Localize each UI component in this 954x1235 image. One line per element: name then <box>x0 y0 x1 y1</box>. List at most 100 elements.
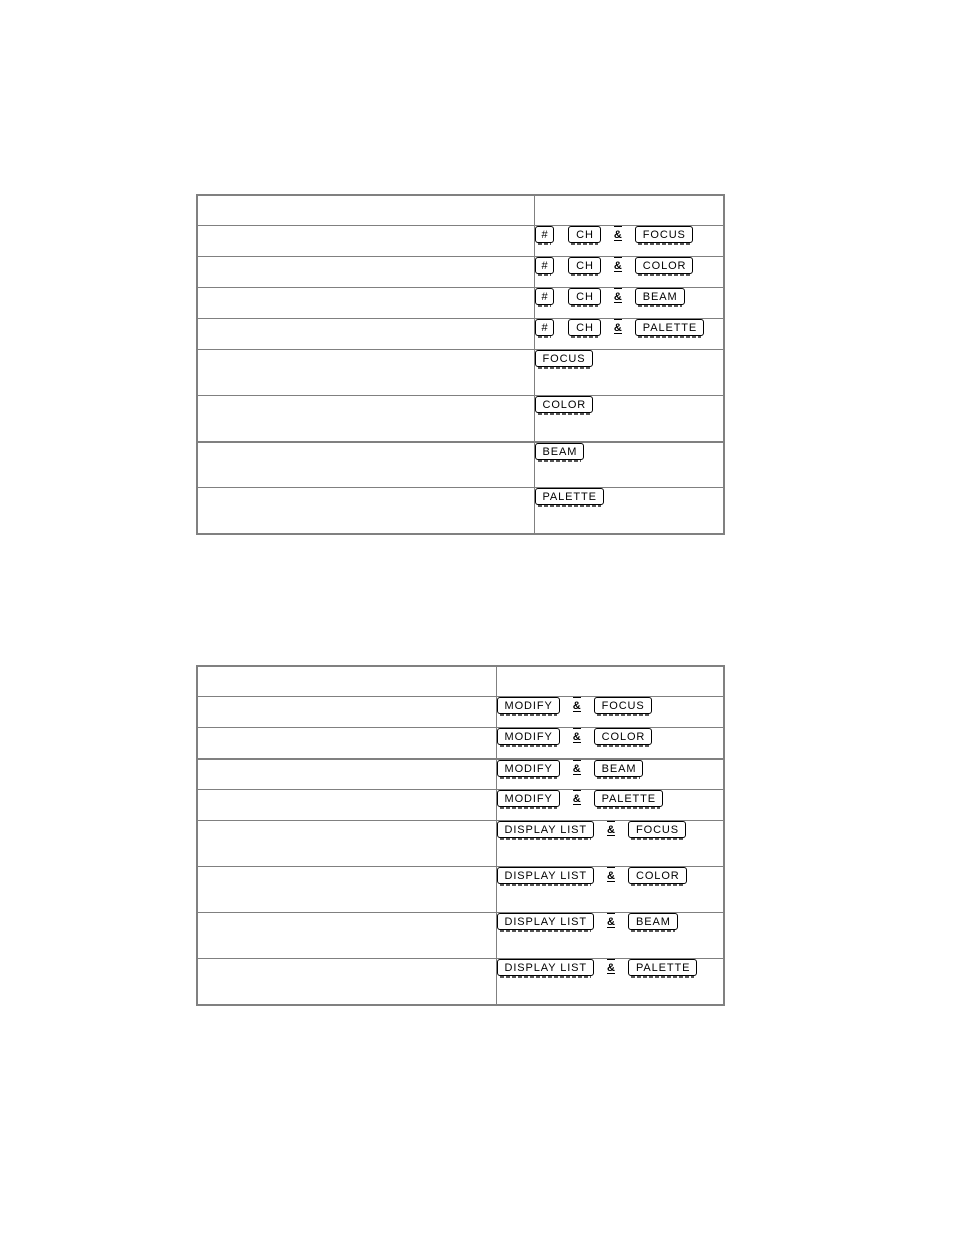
description-cell <box>196 727 497 759</box>
keystrokes-cell: MODIFY & COLOR <box>495 727 725 759</box>
key-hash[interactable]: # <box>534 257 555 276</box>
key-beam[interactable]: BEAM <box>593 759 644 779</box>
channel-attribute-key-table: # CH & FOCUS # CH & COLOR # CH & BEAM # … <box>196 194 725 535</box>
description-cell <box>196 440 535 488</box>
key-color[interactable]: COLOR <box>634 257 694 276</box>
key-beam[interactable]: BEAM <box>634 288 685 307</box>
table-row: MODIFY & PALETTE <box>196 789 725 821</box>
keystrokes-cell: # CH & COLOR <box>533 256 725 288</box>
keystrokes-cell: # CH & FOCUS <box>533 225 725 257</box>
key-ch[interactable]: CH <box>568 319 601 338</box>
description-cell <box>196 225 535 257</box>
key-beam[interactable]: BEAM <box>534 442 585 462</box>
ampersand-connector: & <box>607 959 615 974</box>
keystrokes-cell: MODIFY & PALETTE <box>495 789 725 821</box>
key-display-list[interactable]: DISPLAY LIST <box>496 821 595 840</box>
key-ch[interactable]: CH <box>568 288 601 307</box>
table-row: PALETTE <box>196 487 725 535</box>
table-row: # CH & BEAM <box>196 287 725 319</box>
key-palette[interactable]: PALETTE <box>628 959 698 978</box>
key-modify[interactable]: MODIFY <box>496 728 560 747</box>
table-row: MODIFY & COLOR <box>196 727 725 759</box>
table-row: COLOR <box>196 395 725 442</box>
keystrokes-cell: DISPLAY LIST & PALETTE <box>495 958 725 1006</box>
header-cell-description <box>196 665 497 697</box>
description-cell <box>196 820 497 867</box>
key-palette[interactable]: PALETTE <box>593 790 664 809</box>
table-row: MODIFY & BEAM <box>196 757 725 790</box>
header-cell-keystrokes <box>533 194 725 226</box>
ampersand-connector: & <box>607 867 615 882</box>
table-row: DISPLAY LIST & FOCUS <box>196 820 725 867</box>
key-hash[interactable]: # <box>534 226 555 245</box>
ampersand-connector: & <box>607 913 615 928</box>
key-color[interactable]: COLOR <box>593 728 653 747</box>
key-hash[interactable]: # <box>534 319 555 338</box>
key-color[interactable]: COLOR <box>628 867 687 886</box>
key-focus[interactable]: FOCUS <box>534 350 593 369</box>
description-cell <box>196 256 535 288</box>
keystrokes-cell: # CH & BEAM <box>533 287 725 319</box>
ampersand-connector: & <box>572 697 581 712</box>
key-display-list[interactable]: DISPLAY LIST <box>496 959 595 978</box>
description-cell <box>196 349 535 396</box>
key-modify[interactable]: MODIFY <box>496 697 560 716</box>
table-row: DISPLAY LIST & BEAM <box>196 912 725 959</box>
ampersand-connector: & <box>572 728 581 743</box>
table-row: # CH & FOCUS <box>196 225 725 257</box>
keystrokes-cell: MODIFY & FOCUS <box>495 696 725 728</box>
key-modify[interactable]: MODIFY <box>496 790 560 809</box>
table-row: MODIFY & FOCUS <box>196 696 725 728</box>
description-cell <box>196 395 535 442</box>
description-cell <box>196 318 535 350</box>
keystrokes-cell: MODIFY & BEAM <box>495 757 725 790</box>
keystrokes-cell: # CH & PALETTE <box>533 318 725 350</box>
keystrokes-cell: BEAM <box>533 440 725 488</box>
table-row: DISPLAY LIST & COLOR <box>196 866 725 913</box>
key-color[interactable]: COLOR <box>534 396 594 415</box>
description-cell <box>196 866 497 913</box>
keystrokes-cell: COLOR <box>533 395 725 442</box>
description-cell <box>196 789 497 821</box>
table-row: # CH & PALETTE <box>196 318 725 350</box>
key-display-list[interactable]: DISPLAY LIST <box>496 867 595 886</box>
key-focus[interactable]: FOCUS <box>593 697 652 716</box>
header-cell-description <box>196 194 535 226</box>
table-row: DISPLAY LIST & PALETTE <box>196 958 725 1006</box>
ampersand-connector: & <box>572 759 581 775</box>
key-display-list[interactable]: DISPLAY LIST <box>496 913 595 932</box>
document-page: # CH & FOCUS # CH & COLOR # CH & BEAM # … <box>0 0 954 1235</box>
keystrokes-cell: DISPLAY LIST & BEAM <box>495 912 725 959</box>
keystrokes-cell: PALETTE <box>533 487 725 535</box>
description-cell <box>196 958 497 1006</box>
table-row: # CH & COLOR <box>196 256 725 288</box>
modify-display-list-key-table: MODIFY & FOCUS MODIFY & COLOR MODIFY & B… <box>196 665 725 1006</box>
description-cell <box>196 487 535 535</box>
keystrokes-cell: DISPLAY LIST & FOCUS <box>495 820 725 867</box>
key-ch[interactable]: CH <box>568 226 601 245</box>
table-row: FOCUS <box>196 349 725 396</box>
key-palette[interactable]: PALETTE <box>534 488 604 507</box>
ampersand-connector: & <box>613 319 622 334</box>
key-beam[interactable]: BEAM <box>628 913 678 932</box>
key-modify[interactable]: MODIFY <box>496 759 560 779</box>
ampersand-connector: & <box>607 821 615 836</box>
ampersand-connector: & <box>613 288 622 303</box>
key-hash[interactable]: # <box>534 288 555 307</box>
key-focus[interactable]: FOCUS <box>628 821 686 840</box>
description-cell <box>196 287 535 319</box>
key-palette[interactable]: PALETTE <box>634 319 705 338</box>
description-cell <box>196 696 497 728</box>
keystrokes-cell: FOCUS <box>533 349 725 396</box>
header-cell-keystrokes <box>495 665 725 697</box>
ampersand-connector: & <box>572 790 581 805</box>
ampersand-connector: & <box>613 226 622 241</box>
keystrokes-cell: DISPLAY LIST & COLOR <box>495 866 725 913</box>
table-header-row <box>196 194 725 226</box>
key-focus[interactable]: FOCUS <box>634 226 693 245</box>
table-row: BEAM <box>196 440 725 488</box>
description-cell <box>196 912 497 959</box>
table-header-row <box>196 665 725 697</box>
description-cell <box>196 757 497 790</box>
key-ch[interactable]: CH <box>568 257 601 276</box>
